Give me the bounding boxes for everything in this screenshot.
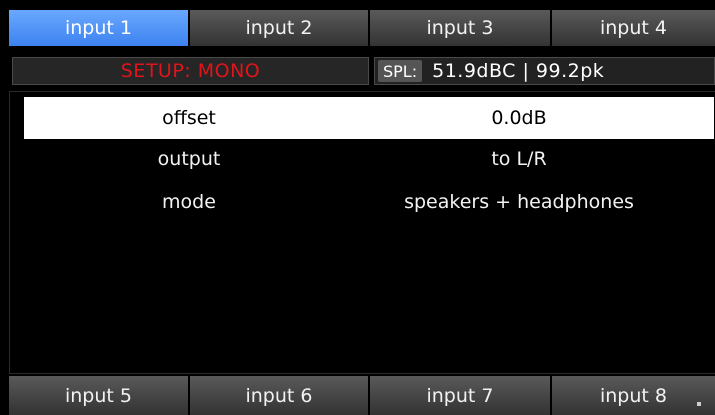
tab-input-6[interactable]: input 6 — [190, 376, 370, 415]
setting-row-offset[interactable]: offset 0.0dB — [24, 97, 714, 139]
setting-row-output[interactable]: output to L/R — [24, 138, 714, 180]
setting-value: 0.0dB — [491, 107, 547, 129]
tab-input-2[interactable]: input 2 — [190, 10, 370, 46]
setting-label: output — [157, 148, 221, 170]
tab-input-1[interactable]: input 1 — [9, 10, 190, 46]
setting-row-mode[interactable]: mode speakers + headphones — [24, 181, 714, 223]
tab-input-4[interactable]: input 4 — [552, 10, 715, 46]
device-screen: input 1 input 2 input 3 input 4 SETUP: M… — [9, 10, 715, 415]
tab-input-5[interactable]: input 5 — [9, 376, 190, 415]
setting-value: to L/R — [491, 148, 547, 170]
tab-input-7[interactable]: input 7 — [370, 376, 552, 415]
setting-value: speakers + headphones — [404, 191, 634, 213]
spl-label: SPL: — [378, 60, 423, 82]
spl-readout: 51.9dBC | 99.2pk — [432, 60, 605, 82]
bottom-tab-bar: input 5 input 6 input 7 input 8 — [9, 376, 715, 415]
tab-input-8[interactable]: input 8 — [552, 376, 715, 415]
settings-panel: offset 0.0dB output to L/R mode speakers… — [9, 91, 715, 374]
top-tab-bar: input 1 input 2 input 3 input 4 — [9, 10, 715, 46]
setup-mode-indicator: SETUP: MONO — [12, 57, 369, 85]
setting-label: mode — [162, 191, 216, 213]
status-bar: SETUP: MONO SPL: 51.9dBC | 99.2pk — [9, 48, 715, 86]
setting-label: offset — [162, 107, 216, 129]
tab-input-3[interactable]: input 3 — [370, 10, 552, 46]
spl-meter: SPL: 51.9dBC | 99.2pk — [374, 57, 715, 85]
corner-dot — [697, 402, 701, 406]
